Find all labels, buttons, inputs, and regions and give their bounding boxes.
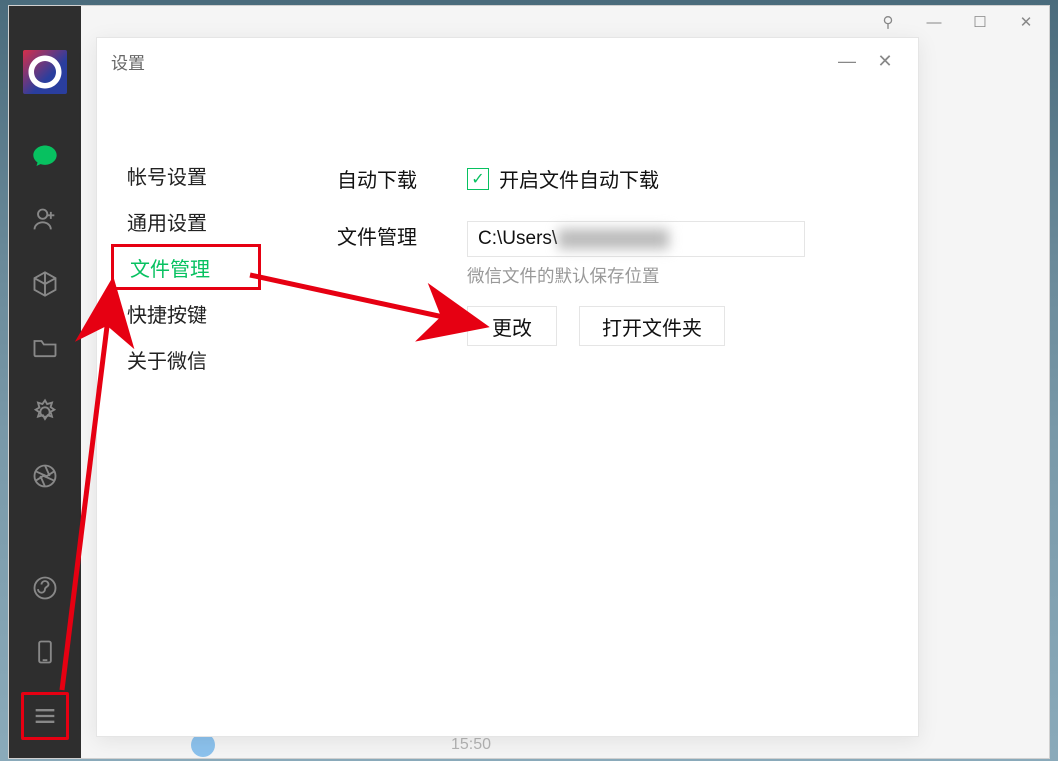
settings-nav: 帐号设置 通用设置 文件管理 快捷按键 关于微信 [97,84,257,736]
sidebar-phone[interactable] [21,628,69,676]
hamburger-icon [31,702,59,730]
change-button[interactable]: 更改 [467,306,557,346]
sidebar-contacts[interactable] [21,196,69,244]
label-file-manage: 文件管理 [337,221,467,250]
checkbox-icon: ✓ [467,168,489,190]
settings-header: 设置 — ✕ [97,38,918,84]
chat-bubble-icon [31,142,59,170]
aperture-icon [31,462,59,490]
settings-close-button[interactable]: ✕ [866,46,904,76]
settings-title: 设置 [111,49,828,74]
maximize-button[interactable]: ☐ [957,6,1003,38]
settings-minimize-button[interactable]: — [828,46,866,76]
cube-icon [31,270,59,298]
sidebar-camera[interactable] [21,452,69,500]
sidebar-moments[interactable] [21,388,69,436]
sidebar-favorites[interactable] [21,260,69,308]
nav-files[interactable]: 文件管理 [111,244,261,290]
nav-about[interactable]: 关于微信 [119,336,257,382]
pin-button[interactable]: ⚲ [865,6,911,38]
sidebar-chat[interactable] [21,132,69,180]
settings-content: 自动下载 ✓ 开启文件自动下载 文件管理 C:\Users\ 微信文件的默认保存… [257,84,918,736]
auto-download-checkbox-wrap[interactable]: ✓ 开启文件自动下载 [467,164,888,193]
avatar-logo-icon [23,50,67,94]
chat-name [225,736,229,754]
titlebar-controls: ⚲ — ☐ ✕ [865,6,1049,38]
avatar[interactable] [23,50,67,94]
minimize-button[interactable]: — [911,6,957,38]
contacts-icon [31,206,59,234]
row-file-manage: 文件管理 C:\Users\ 微信文件的默认保存位置 更改 打开文件夹 [337,221,888,346]
label-auto-download: 自动下载 [337,164,467,193]
settings-dialog: 设置 — ✕ 帐号设置 通用设置 文件管理 快捷按键 关于微信 自动下载 ✓ 开… [96,37,919,737]
settings-body: 帐号设置 通用设置 文件管理 快捷按键 关于微信 自动下载 ✓ 开启文件自动下载… [97,84,918,736]
sidebar [9,6,81,758]
nav-account[interactable]: 帐号设置 [119,152,257,198]
folder-icon [31,334,59,362]
sidebar-miniprogram[interactable] [21,564,69,612]
file-path-hint: 微信文件的默认保存位置 [467,263,888,288]
sidebar-menu[interactable] [21,692,69,740]
file-button-row: 更改 打开文件夹 [467,306,888,346]
auto-download-checkbox-label: 开启文件自动下载 [499,164,659,193]
nav-shortcuts[interactable]: 快捷按键 [119,290,257,336]
mini-program-icon [31,574,59,602]
file-path-prefix: C:\Users\ [478,228,557,250]
open-folder-button[interactable]: 打开文件夹 [579,306,725,346]
file-path-input[interactable]: C:\Users\ [467,221,805,257]
chat-time: 15:50 [451,736,491,754]
close-button[interactable]: ✕ [1003,6,1049,38]
sidebar-files[interactable] [21,324,69,372]
gear-flower-icon [31,398,59,426]
row-auto-download: 自动下载 ✓ 开启文件自动下载 [337,164,888,193]
file-path-redacted [559,229,669,249]
nav-general[interactable]: 通用设置 [119,198,257,244]
phone-icon [31,638,59,666]
